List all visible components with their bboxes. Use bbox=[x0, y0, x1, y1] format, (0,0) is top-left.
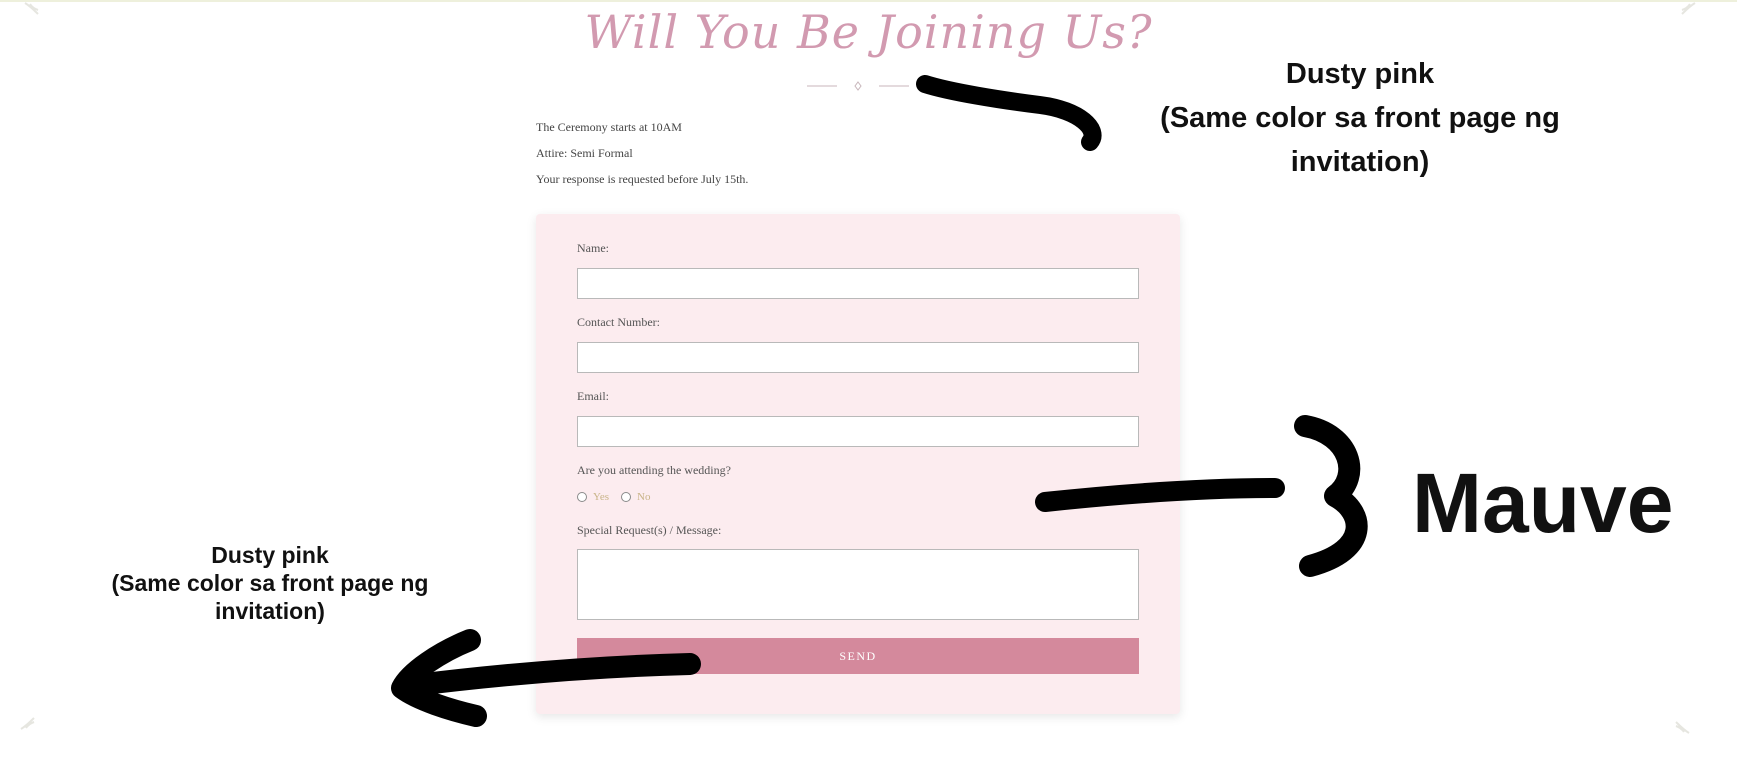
attending-no-label: No bbox=[637, 491, 651, 503]
radio-circle-icon[interactable] bbox=[577, 492, 587, 502]
message-textarea[interactable] bbox=[577, 549, 1139, 620]
annotation-left-note: Dusty pink (Same color sa front page ng … bbox=[70, 541, 470, 625]
name-label: Name: bbox=[577, 241, 609, 255]
message-label: Special Request(s) / Message: bbox=[577, 523, 722, 537]
email-label: Email: bbox=[577, 389, 609, 403]
attending-yes-radio[interactable]: Yes bbox=[577, 491, 609, 503]
attending-radio-group: Yes No bbox=[577, 490, 662, 504]
contact-number-label: Contact Number: bbox=[577, 315, 660, 329]
radio-circle-icon[interactable] bbox=[621, 492, 632, 502]
marker-stroke-top bbox=[916, 75, 1102, 151]
corner-ornament-icon bbox=[18, 706, 44, 732]
annotation-line: (Same color sa front page ng bbox=[111, 570, 429, 596]
rsvp-deadline-text: Your response is requested before July 1… bbox=[536, 172, 749, 186]
contact-number-input[interactable] bbox=[577, 342, 1139, 373]
marker-stroke-right-brace bbox=[1294, 415, 1368, 577]
attending-yes-label: Yes bbox=[593, 491, 610, 503]
event-info: The Ceremony starts at 10AM Attire: Semi… bbox=[536, 120, 936, 198]
annotation-line: (Same color sa front page ng bbox=[1160, 102, 1560, 134]
send-button[interactable]: SEND bbox=[577, 638, 1139, 674]
ceremony-time-text: The Ceremony starts at 10AM bbox=[536, 120, 682, 134]
annotation-line: Dusty pink bbox=[1285, 58, 1435, 90]
annotation-top-note: Dusty pink (Same color sa front page ng … bbox=[1110, 52, 1610, 184]
marker-stroke-left-arrowhead bbox=[391, 629, 487, 727]
attending-no-radio[interactable]: No bbox=[621, 491, 650, 503]
annotation-line: invitation) bbox=[1290, 146, 1430, 178]
attire-text: Attire: Semi Formal bbox=[536, 146, 633, 160]
attending-question: Are you attending the wedding? bbox=[577, 463, 731, 477]
annotation-line: Dusty pink bbox=[211, 542, 329, 568]
corner-ornament-icon bbox=[1666, 710, 1692, 736]
diamond-divider-icon bbox=[807, 80, 909, 92]
annotation-line: invitation) bbox=[215, 598, 325, 624]
name-input[interactable] bbox=[577, 268, 1139, 299]
rsvp-form-card: Name: Contact Number: Email: Are you att… bbox=[536, 214, 1180, 714]
annotation-mauve-note: Mauve bbox=[1412, 456, 1674, 550]
email-input[interactable] bbox=[577, 416, 1139, 447]
